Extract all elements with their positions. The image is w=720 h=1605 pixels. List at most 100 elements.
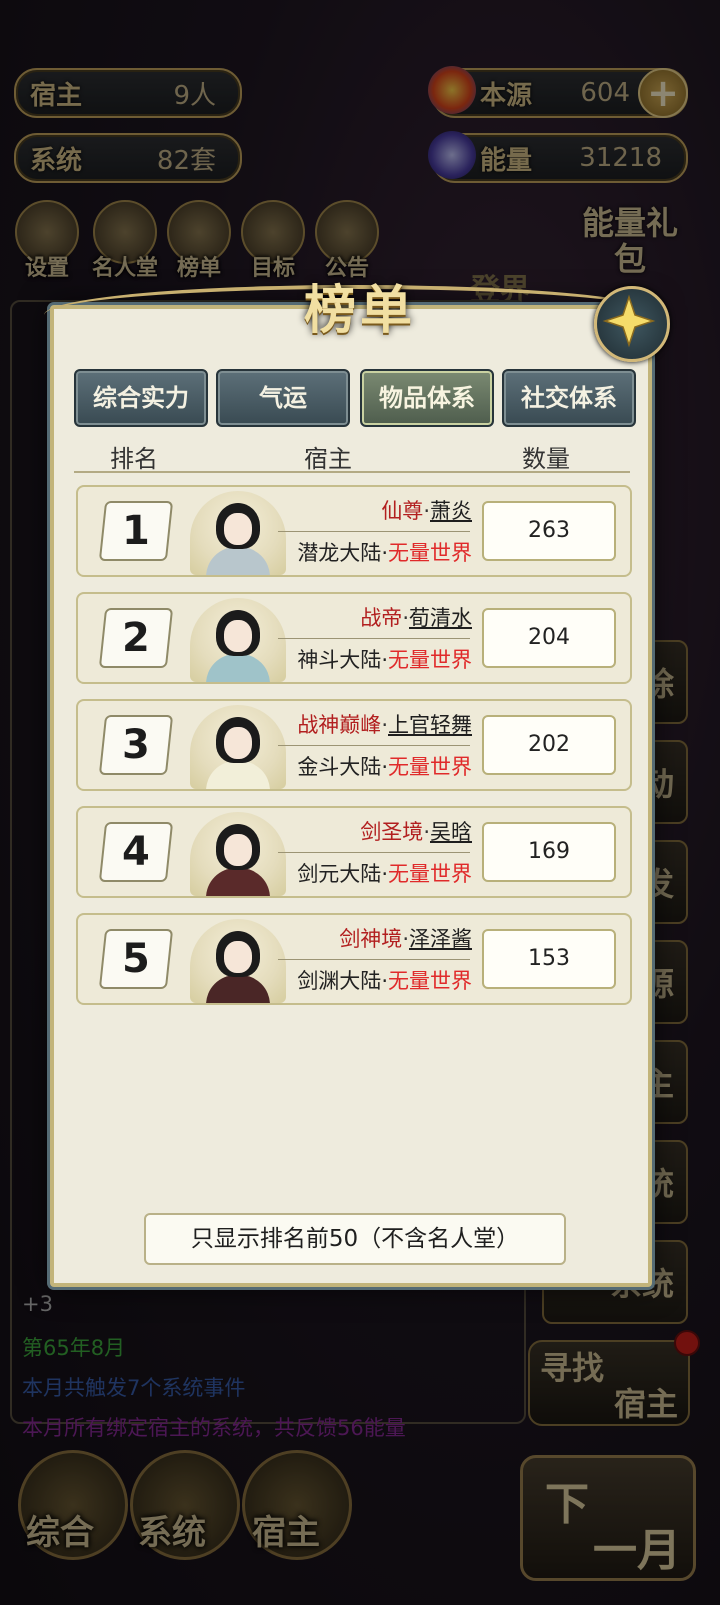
rank-badge: 4 xyxy=(98,822,174,882)
host-name-link[interactable]: 泽泽酱 xyxy=(409,927,472,951)
row-divider xyxy=(278,638,470,639)
row-divider xyxy=(278,531,470,532)
table-row[interactable]: 4 剑圣境·吴晗 剑元大陆·无量世界 169 xyxy=(76,806,632,898)
header-qty: 数量 xyxy=(522,445,570,473)
close-icon[interactable] xyxy=(594,286,670,362)
host-continent: 金斗大陆 xyxy=(297,755,382,779)
rank-number: 2 xyxy=(122,615,150,661)
rank-badge: 1 xyxy=(98,501,174,561)
host-continent: 神斗大陆 xyxy=(297,648,382,672)
separator-dot: · xyxy=(381,713,388,737)
add-source-button[interactable]: + xyxy=(638,68,688,118)
avatar[interactable] xyxy=(190,491,286,575)
log-line-events: 本月共触发7个系统事件 xyxy=(22,1376,246,1400)
system-count-value: 82套 xyxy=(156,145,216,176)
table-row[interactable]: 3 战神巅峰·上官轻舞 金斗大陆·无量世界 202 xyxy=(76,699,632,791)
table-row[interactable]: 5 剑神境·泽泽酱 剑渊大陆·无量世界 153 xyxy=(76,913,632,1005)
system-nav-label: 系统 xyxy=(138,1513,206,1553)
avatar-face xyxy=(224,620,252,652)
avatar-face xyxy=(224,513,252,545)
host-count-value: 9人 xyxy=(173,80,216,111)
host-name-link[interactable]: 吴晗 xyxy=(430,820,472,844)
source-label: 本源 xyxy=(480,80,533,111)
avatar-face xyxy=(224,727,252,759)
tab-item-system[interactable]: 物品体系 xyxy=(360,369,494,427)
rank-number: 4 xyxy=(122,829,150,875)
avatar-robe xyxy=(206,868,270,896)
row-divider xyxy=(278,745,470,746)
host-world-line: 剑渊大陆·无量世界 xyxy=(274,965,472,995)
host-title: 剑圣境 xyxy=(360,820,424,844)
energy-value: 31218 xyxy=(579,143,662,173)
log-fragment: +3 xyxy=(22,1292,53,1316)
header-rank: 排名 xyxy=(110,445,158,473)
source-value: 604 xyxy=(580,78,630,108)
avatar[interactable] xyxy=(190,705,286,789)
avatar-robe xyxy=(206,547,270,575)
log-line-date: 第65年8月 xyxy=(22,1336,126,1360)
avatar-robe xyxy=(206,654,270,682)
energy-pack-button[interactable]: 能量礼包 xyxy=(580,205,680,277)
host-title: 仙尊 xyxy=(381,499,424,523)
avatar-face xyxy=(224,834,252,866)
host-name-link[interactable]: 荀清水 xyxy=(409,606,472,630)
host-name-line: 仙尊·萧炎 xyxy=(276,495,472,525)
host-count-label: 宿主 xyxy=(30,80,83,111)
table-row[interactable]: 2 战帝·荀清水 神斗大陆·无量世界 204 xyxy=(76,592,632,684)
rank-badge: 2 xyxy=(98,608,174,668)
tab-social-system[interactable]: 社交体系 xyxy=(502,369,636,427)
system-count-label: 系统 xyxy=(30,145,83,176)
host-world: 无量世界 xyxy=(388,541,472,565)
energy-orb-icon xyxy=(428,131,476,179)
avatar[interactable] xyxy=(190,812,286,896)
host-world-line: 神斗大陆·无量世界 xyxy=(274,644,472,674)
host-world: 无量世界 xyxy=(388,969,472,993)
quantity-value: 202 xyxy=(482,715,616,775)
host-world-line: 剑元大陆·无量世界 xyxy=(274,858,472,888)
find-host-button[interactable]: 寻找 宿主 xyxy=(528,1340,690,1426)
host-name-link[interactable]: 上官轻舞 xyxy=(388,713,472,737)
avatar-face xyxy=(224,941,252,973)
separator-dot: · xyxy=(381,541,388,565)
separator-dot: · xyxy=(381,969,388,993)
host-title: 剑神境 xyxy=(339,927,403,951)
host-continent: 剑元大陆 xyxy=(297,862,382,886)
host-name-line: 剑神境·泽泽酱 xyxy=(276,923,472,953)
table-row[interactable]: 1 仙尊·萧炎 潜龙大陆·无量世界 263 xyxy=(76,485,632,577)
find-host-line1: 寻找 xyxy=(540,1349,605,1387)
row-divider xyxy=(278,852,470,853)
tab-fortune[interactable]: 气运 xyxy=(216,369,350,427)
separator-dot: · xyxy=(381,648,388,672)
host-title: 战帝 xyxy=(360,606,403,630)
separator-dot: · xyxy=(402,606,409,630)
host-name-line: 战帝·荀清水 xyxy=(276,602,472,632)
notification-dot xyxy=(674,1330,700,1356)
rank-badge: 3 xyxy=(98,715,174,775)
host-world: 无量世界 xyxy=(388,648,472,672)
host-name-link[interactable]: 萧炎 xyxy=(430,499,472,523)
separator-dot: · xyxy=(381,862,388,886)
host-continent: 剑渊大陆 xyxy=(297,969,382,993)
rank-number: 3 xyxy=(122,722,150,768)
next-month-button[interactable]: 下 一月 xyxy=(520,1455,696,1581)
host-world: 无量世界 xyxy=(388,755,472,779)
find-host-line2: 宿主 xyxy=(613,1385,678,1423)
next-month-label-b: 一月 xyxy=(593,1525,681,1576)
source-bar: 本源 604 + xyxy=(428,66,688,118)
tab-overall-strength[interactable]: 综合实力 xyxy=(74,369,208,427)
energy-label: 能量 xyxy=(480,145,533,176)
separator-dot: · xyxy=(423,499,430,523)
header-divider xyxy=(74,471,630,473)
next-month-label-a: 下 xyxy=(545,1479,589,1530)
rank-badge: 5 xyxy=(98,929,174,989)
quantity-value: 153 xyxy=(482,929,616,989)
avatar[interactable] xyxy=(190,598,286,682)
host-world-line: 金斗大陆·无量世界 xyxy=(274,751,472,781)
general-nav-label: 综合 xyxy=(26,1513,94,1553)
host-count-bar: 宿主 9人 xyxy=(14,68,242,118)
avatar-robe xyxy=(206,975,270,1003)
quantity-value: 204 xyxy=(482,608,616,668)
avatar[interactable] xyxy=(190,919,286,1003)
source-orb-icon xyxy=(428,66,476,114)
leaderboard-modal: 综合实力 气运 物品体系 社交体系 排名 宿主 数量 1 仙尊·萧炎 潜龙大陆·无量… xyxy=(44,285,666,1287)
